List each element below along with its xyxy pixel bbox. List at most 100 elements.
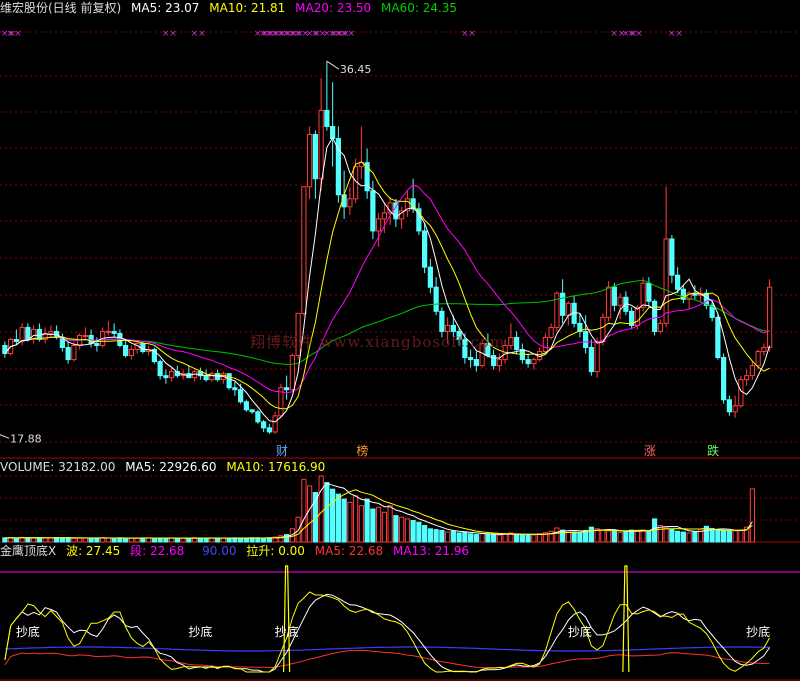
candle	[255, 409, 261, 424]
volume-bar	[657, 525, 663, 543]
candle	[571, 295, 577, 328]
volume-bar	[468, 533, 474, 543]
volume-bar	[473, 534, 479, 543]
candle-body	[65, 347, 71, 361]
candle-body	[157, 361, 163, 377]
candle	[404, 190, 410, 217]
candle-body	[243, 401, 249, 411]
candle-body	[71, 344, 77, 361]
candle	[307, 126, 313, 199]
volume-bar	[307, 485, 313, 543]
volume-ma10-readout: MA10: 17616.90	[226, 460, 326, 474]
candle	[531, 357, 537, 370]
candle	[422, 222, 428, 274]
candle	[669, 234, 675, 284]
volume-bar	[686, 532, 692, 543]
candle-body	[381, 212, 387, 220]
segment-readout: 段: 22.68	[130, 544, 185, 558]
signal-cross: ××	[668, 29, 683, 39]
candle	[128, 345, 134, 360]
candle	[473, 351, 479, 372]
candle-body	[301, 186, 307, 314]
event-marker: 榜	[356, 443, 368, 458]
volume-bar	[646, 530, 652, 543]
candle-body	[663, 238, 669, 324]
candle	[77, 333, 83, 350]
volume-bar	[347, 501, 353, 543]
low-marker-label: 17.88	[10, 432, 42, 445]
candle	[427, 259, 433, 294]
volume-bar	[577, 532, 583, 543]
candle-body	[542, 336, 548, 353]
candle-body	[140, 342, 146, 353]
volume-bar	[157, 537, 163, 543]
candle	[301, 186, 307, 316]
candle-body	[261, 421, 267, 429]
candle-body	[238, 389, 244, 403]
volume-bar	[732, 530, 738, 543]
signal-cross: ××	[162, 29, 177, 39]
volume-bar	[571, 531, 577, 543]
candle-body	[726, 399, 732, 413]
candle-body	[249, 409, 255, 413]
volume-bar	[301, 478, 307, 543]
candle-body	[525, 359, 531, 365]
ma20-line	[4, 184, 770, 394]
candle	[169, 367, 175, 382]
candle-body	[675, 274, 681, 290]
candle-body	[594, 340, 600, 373]
price-header: 维宏股份(日线 前复权) MA5: 23.07 MA10: 21.81 MA20…	[0, 0, 463, 16]
candle	[721, 353, 727, 404]
volume-bar	[496, 534, 502, 543]
volume-bar	[462, 531, 468, 543]
candle-body	[433, 286, 439, 312]
candle-body	[767, 286, 773, 349]
candle	[548, 323, 554, 340]
candle-body	[422, 230, 428, 268]
candle	[744, 369, 750, 386]
volume-bar	[105, 537, 111, 543]
candle	[335, 126, 341, 203]
volume-bar	[381, 511, 387, 543]
volume-bar	[456, 532, 462, 543]
candle	[151, 347, 157, 364]
candle-body	[744, 375, 750, 381]
candle	[330, 82, 336, 167]
volume-bar	[502, 533, 508, 543]
candle-body	[13, 338, 19, 342]
ma60-readout: MA60: 24.35	[381, 1, 458, 15]
volume-bar	[399, 516, 405, 543]
candle-body	[749, 365, 755, 377]
volume-bar	[422, 525, 428, 543]
volume-bar	[215, 537, 221, 543]
candle-body	[324, 109, 330, 127]
event-marker: 财	[276, 444, 288, 458]
candle	[525, 353, 531, 368]
volume-bar	[180, 537, 186, 543]
volume-bar	[404, 518, 410, 543]
candle-body	[376, 218, 382, 232]
candle	[433, 277, 439, 316]
candle-body	[427, 266, 433, 288]
volume-readout: VOLUME: 32182.00	[0, 460, 116, 474]
candle-body	[588, 347, 594, 373]
candle	[94, 337, 100, 352]
candle	[358, 126, 364, 179]
volume-bar	[31, 537, 37, 543]
candle-body	[514, 336, 520, 351]
volume-bar	[675, 530, 681, 543]
candle-body	[266, 427, 272, 433]
volume-bar	[376, 506, 382, 543]
indicator-ma13-line	[4, 649, 770, 669]
volume-bar	[416, 521, 422, 543]
volume-bar	[554, 527, 560, 543]
candle	[31, 325, 37, 344]
pull-spike	[283, 565, 291, 673]
candle-body	[634, 306, 640, 326]
volume-bar	[588, 526, 594, 543]
candle	[249, 409, 255, 414]
volume-bar	[629, 529, 635, 543]
candle	[491, 349, 497, 370]
volume-bar	[479, 533, 485, 543]
signal-cross: ××	[340, 29, 355, 39]
